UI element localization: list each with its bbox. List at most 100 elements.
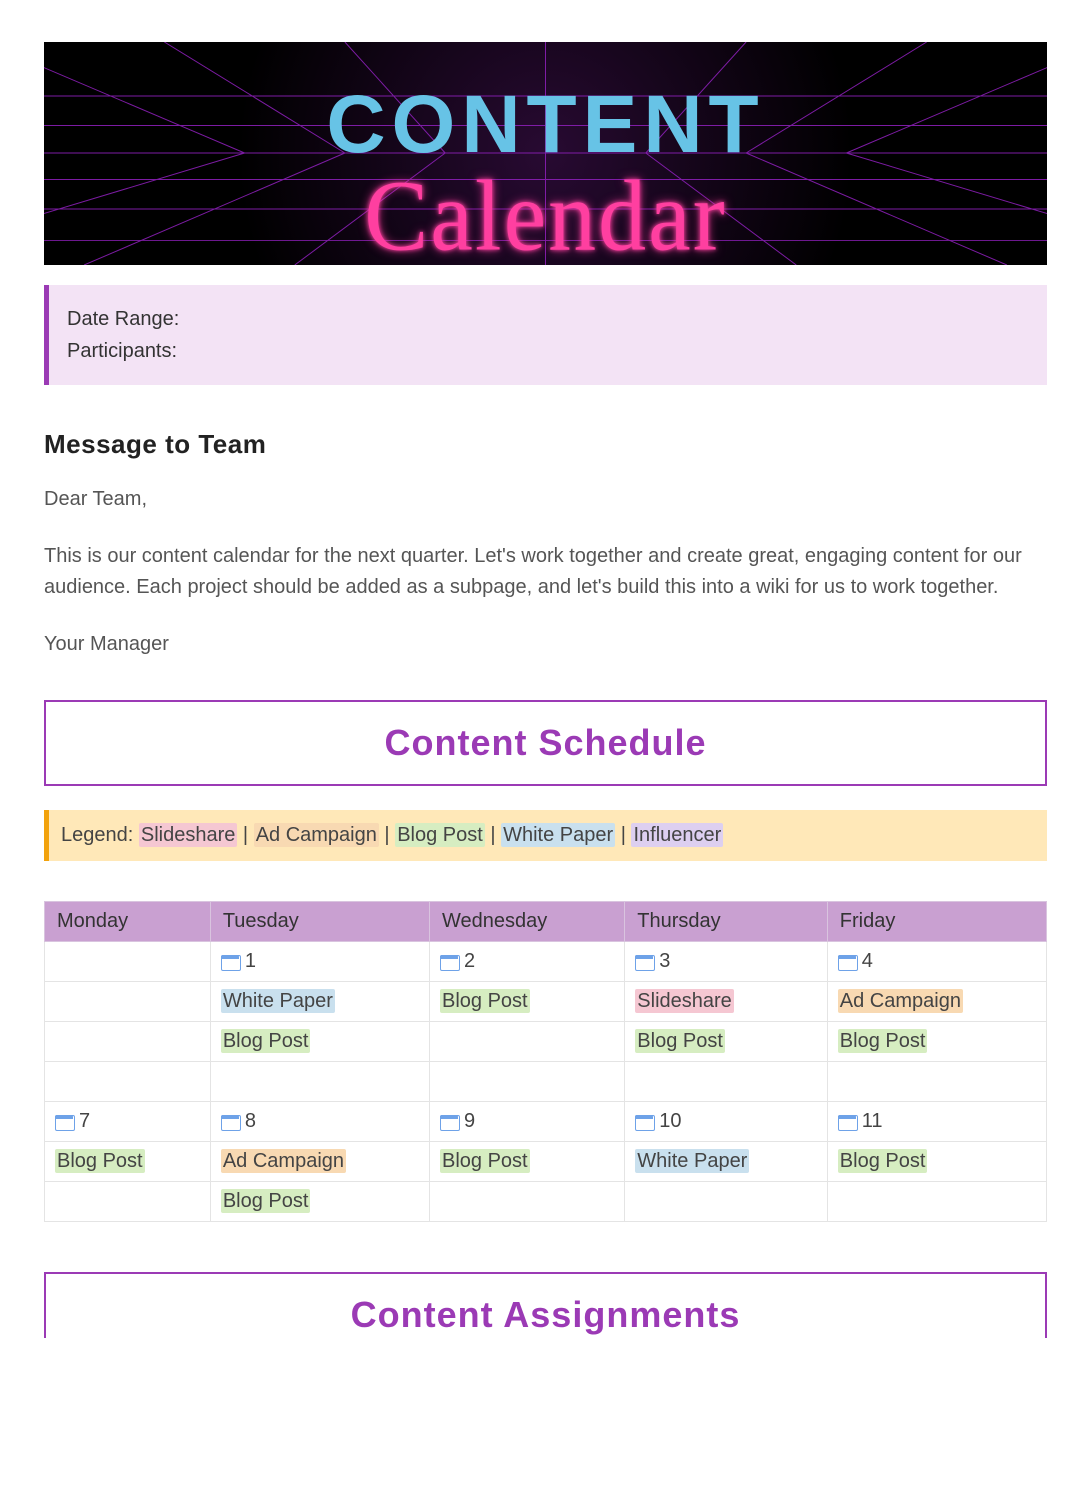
- date-number: 7: [79, 1110, 90, 1132]
- date-range-label: Date Range:: [67, 303, 1037, 335]
- date-number: 9: [464, 1110, 475, 1132]
- day-header-friday: Friday: [827, 902, 1046, 942]
- hero-subtitle: Calendar: [44, 157, 1047, 265]
- date-number: 3: [659, 950, 670, 972]
- calendar-icon: [635, 953, 653, 969]
- legend-label: Legend:: [61, 824, 133, 846]
- day-header-thursday: Thursday: [625, 902, 827, 942]
- task-blog-post: Blog Post: [838, 1029, 928, 1053]
- table-row: Blog Post Ad Campaign Blog Post White Paper…: [45, 1142, 1047, 1182]
- table-row: 1 2 3 4: [45, 942, 1047, 982]
- date-number: 8: [245, 1110, 256, 1132]
- date-cell: 3: [625, 942, 827, 982]
- task-cell: Blog Post: [625, 1022, 827, 1062]
- legend-separator: |: [379, 824, 395, 846]
- calendar-icon: [440, 953, 458, 969]
- date-number: 1: [245, 950, 256, 972]
- legend-separator: |: [485, 824, 501, 846]
- task-slideshare: Slideshare: [635, 989, 734, 1013]
- task-cell: Blog Post: [430, 982, 625, 1022]
- table-row: White Paper Blog Post Slideshare Ad Campaig…: [45, 982, 1047, 1022]
- hero-banner: CONTENT Calendar: [44, 42, 1047, 265]
- section-title: Content Schedule: [384, 722, 706, 763]
- task-blog-post: Blog Post: [440, 1149, 530, 1173]
- message-body: This is our content calendar for the nex…: [44, 541, 1047, 603]
- date-number: 2: [464, 950, 475, 972]
- legend-separator: |: [237, 824, 253, 846]
- empty-cell: [210, 1062, 429, 1102]
- table-row: 7 8 9 10 11: [45, 1102, 1047, 1142]
- calendar-icon: [221, 953, 239, 969]
- task-cell: Blog Post: [430, 1142, 625, 1182]
- legend-separator: |: [615, 824, 631, 846]
- task-white-paper: White Paper: [221, 989, 335, 1013]
- date-cell: 4: [827, 942, 1046, 982]
- legend-tag-blog-post: Blog Post: [395, 823, 485, 847]
- schedule-table: MondayTuesdayWednesdayThursdayFriday 1 2 3…: [44, 901, 1047, 1222]
- task-blog-post: Blog Post: [55, 1149, 145, 1173]
- task-white-paper: White Paper: [635, 1149, 749, 1173]
- task-blog-post: Blog Post: [838, 1149, 928, 1173]
- empty-cell: [45, 1062, 211, 1102]
- date-number: 4: [862, 950, 873, 972]
- task-cell: Blog Post: [210, 1022, 429, 1062]
- info-panel: Date Range: Participants:: [44, 285, 1047, 385]
- message-greeting: Dear Team,: [44, 484, 1047, 515]
- message-signoff: Your Manager: [44, 629, 1047, 660]
- section-content-schedule: Content Schedule: [44, 700, 1047, 786]
- calendar-icon: [635, 1113, 653, 1129]
- task-ad-campaign: Ad Campaign: [221, 1149, 346, 1173]
- table-row: [45, 1062, 1047, 1102]
- section-title: Content Assignments: [351, 1294, 741, 1335]
- calendar-icon: [838, 1113, 856, 1129]
- task-cell: Blog Post: [827, 1022, 1046, 1062]
- task-cell: White Paper: [625, 1142, 827, 1182]
- task-cell: [45, 982, 211, 1022]
- empty-cell: [430, 1062, 625, 1102]
- task-cell: [827, 1182, 1046, 1222]
- calendar-icon: [440, 1113, 458, 1129]
- message-heading: Message to Team: [44, 429, 1047, 460]
- date-cell: 11: [827, 1102, 1046, 1142]
- date-cell: 7: [45, 1102, 211, 1142]
- date-cell: 1: [210, 942, 429, 982]
- date-cell: 10: [625, 1102, 827, 1142]
- table-row: Blog Post Blog Post Blog Post: [45, 1022, 1047, 1062]
- date-cell: [45, 942, 211, 982]
- day-header-tuesday: Tuesday: [210, 902, 429, 942]
- legend-tag-ad-campaign: Ad Campaign: [254, 823, 379, 847]
- task-cell: Slideshare: [625, 982, 827, 1022]
- task-cell: [430, 1022, 625, 1062]
- task-blog-post: Blog Post: [635, 1029, 725, 1053]
- legend-tag-influencer: Influencer: [631, 823, 723, 847]
- legend-tag-slideshare: Slideshare: [139, 823, 238, 847]
- task-cell: White Paper: [210, 982, 429, 1022]
- day-header-monday: Monday: [45, 902, 211, 942]
- legend-tag-white-paper: White Paper: [501, 823, 615, 847]
- task-blog-post: Blog Post: [440, 989, 530, 1013]
- task-cell: [625, 1182, 827, 1222]
- task-cell: [430, 1182, 625, 1222]
- task-blog-post: Blog Post: [221, 1029, 311, 1053]
- task-cell: Ad Campaign: [827, 982, 1046, 1022]
- day-header-wednesday: Wednesday: [430, 902, 625, 942]
- calendar-icon: [55, 1113, 73, 1129]
- task-ad-campaign: Ad Campaign: [838, 989, 963, 1013]
- participants-label: Participants:: [67, 335, 1037, 367]
- table-row: Blog Post: [45, 1182, 1047, 1222]
- task-cell: Blog Post: [45, 1142, 211, 1182]
- task-cell: [45, 1022, 211, 1062]
- calendar-icon: [838, 953, 856, 969]
- task-cell: Ad Campaign: [210, 1142, 429, 1182]
- task-blog-post: Blog Post: [221, 1189, 311, 1213]
- date-cell: 2: [430, 942, 625, 982]
- date-number: 10: [659, 1110, 681, 1132]
- date-cell: 9: [430, 1102, 625, 1142]
- date-cell: 8: [210, 1102, 429, 1142]
- date-number: 11: [862, 1110, 883, 1132]
- section-content-assignments: Content Assignments: [44, 1272, 1047, 1338]
- empty-cell: [625, 1062, 827, 1102]
- task-cell: Blog Post: [210, 1182, 429, 1222]
- task-cell: Blog Post: [827, 1142, 1046, 1182]
- empty-cell: [827, 1062, 1046, 1102]
